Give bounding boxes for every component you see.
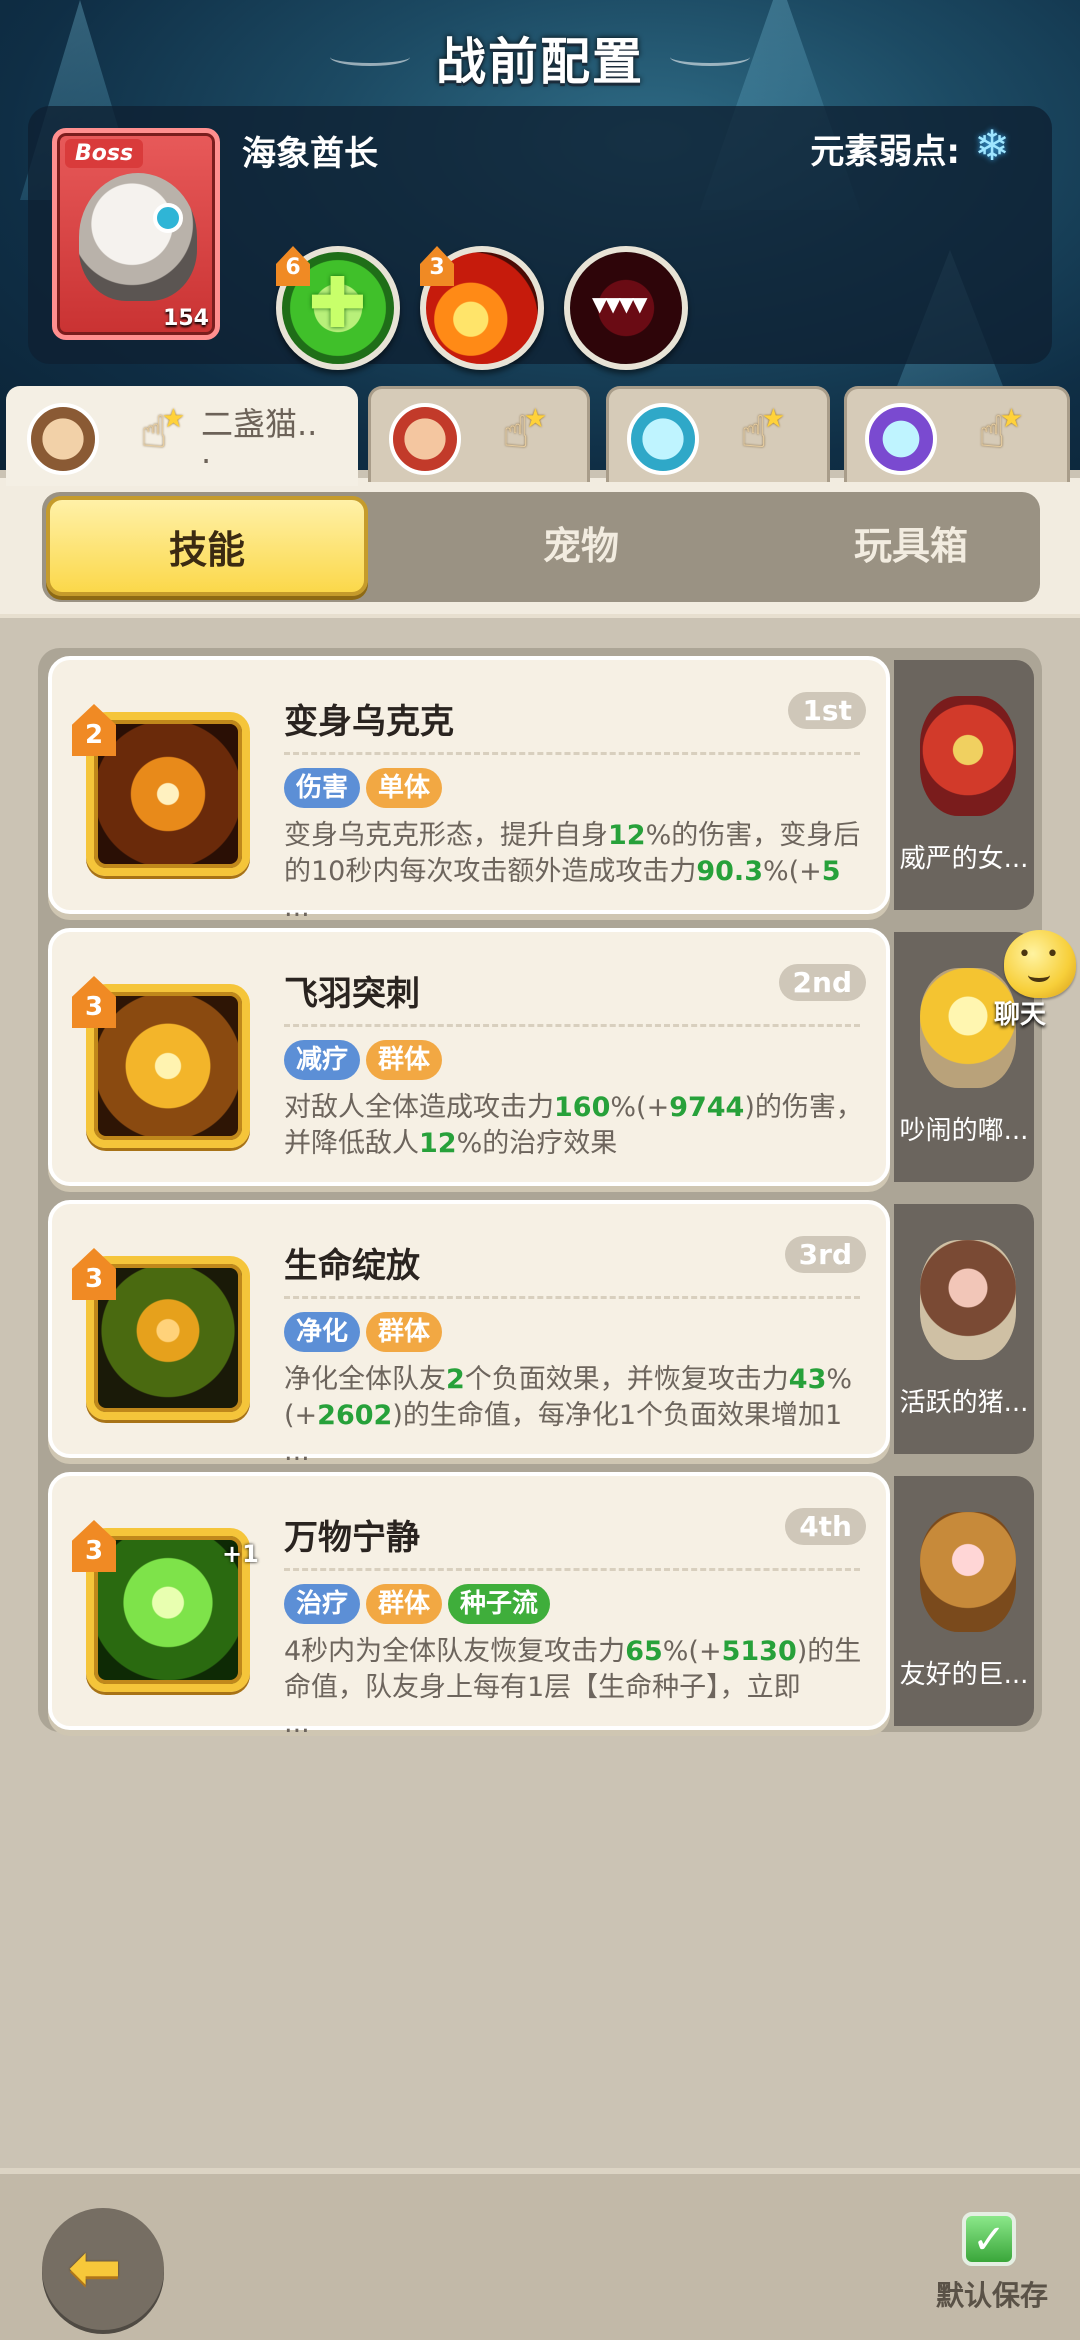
- boss-portrait[interactable]: Boss 154: [52, 128, 220, 340]
- skill-order-badge: 2nd: [778, 964, 866, 1001]
- page-title: 战前配置: [436, 33, 644, 91]
- walrus-chief-image: [79, 173, 197, 301]
- boss-skill-fire-icon[interactable]: 3: [420, 246, 544, 370]
- boss-panel: Boss 154 海象酋长 元素弱点: ❄ 6 3: [28, 106, 1052, 370]
- character-avatar: [389, 403, 461, 475]
- character-name-overflow: .: [201, 433, 212, 471]
- tag: 群体: [366, 1312, 443, 1352]
- character-avatar: [27, 403, 99, 475]
- snowflake-icon[interactable]: ❄: [968, 122, 1016, 170]
- character-name: 二盏猫..: [201, 405, 318, 443]
- pet-name: 活跃的猪...: [899, 1388, 1029, 1418]
- divider: [284, 752, 860, 755]
- skill-order-badge: 4th: [785, 1508, 866, 1545]
- skill-card[interactable]: 2 变身乌克克 1st 伤害 单体 变身乌克克形态，提升自身12%的伤害，变身后的…: [48, 656, 890, 923]
- tag: 净化: [284, 1312, 361, 1352]
- skill-name: 生命绽放: [284, 1246, 420, 1286]
- pet-name: 友好的巨...: [899, 1660, 1029, 1690]
- skill-icon-badge: +1: [222, 1540, 259, 1568]
- skill-description: 4秒内为全体队友恢复攻击力65%(+5130)的生命值，队友身上每有1层【生命种…: [284, 1636, 862, 1739]
- skill-name: 变身乌克克: [284, 702, 454, 742]
- skill-description: 对敌人全体造成攻击力160%(+9744)的伤害，并降低敌人12%的治疗效果: [284, 1092, 863, 1159]
- skill-tags: 减疗 群体: [284, 1040, 448, 1080]
- tag: 群体: [366, 1040, 443, 1080]
- character-tab-3[interactable]: [606, 386, 830, 482]
- back-button[interactable]: ⬅: [42, 2208, 164, 2330]
- tag: 单体: [366, 768, 443, 808]
- tag: 治疗: [284, 1584, 361, 1624]
- assigned-pet[interactable]: 活跃的猪...: [894, 1204, 1034, 1454]
- boss-skill-level: 6: [276, 246, 310, 286]
- boss-name: 海象酋长: [242, 134, 378, 174]
- skill-row[interactable]: 3 飞羽突刺 2nd 减疗 群体 对敌人全体造成攻击力160%(+9744)的伤害…: [48, 928, 1034, 1186]
- chat-label: 聊天: [994, 1000, 1047, 1030]
- divider: [284, 1296, 860, 1299]
- tab-pets[interactable]: 宠物: [420, 496, 742, 596]
- character-tab-4[interactable]: [844, 386, 1070, 482]
- tag: 种子流: [448, 1584, 551, 1624]
- skill-tags: 净化 群体: [284, 1312, 448, 1352]
- pet-name: 吵闹的嘟...: [899, 1116, 1029, 1146]
- skill-description: 净化全体队友2个负面效果，并恢复攻击力43%(+2602)的生命值，每净化1个负…: [284, 1364, 853, 1467]
- back-arrow-icon: ⬅: [68, 2231, 122, 2305]
- pointer-hand-icon: [129, 389, 185, 467]
- tag: 群体: [366, 1584, 443, 1624]
- divider: [284, 1568, 860, 1571]
- chat-button[interactable]: 聊天: [970, 930, 1080, 1030]
- boss-level: 154: [163, 306, 209, 331]
- element-weakness-label: 元素弱点:: [810, 132, 960, 172]
- boss-skill-bite-icon[interactable]: [564, 246, 688, 370]
- pet-name: 威严的女...: [899, 844, 1029, 874]
- skill-order-badge: 1st: [788, 692, 866, 729]
- skill-row[interactable]: 2 变身乌克克 1st 伤害 单体 变身乌克克形态，提升自身12%的伤害，变身后的…: [48, 656, 1034, 923]
- character-avatar: [627, 403, 699, 475]
- pet-image: [920, 1240, 1016, 1360]
- boss-badge: Boss: [65, 139, 144, 168]
- skill-row[interactable]: 3 生命绽放 3rd 净化 群体 净化全体队友2个负面效果，并恢复攻击力43%(+…: [48, 1200, 1034, 1467]
- skill-name: 飞羽突刺: [284, 974, 420, 1014]
- smiley-chat-icon: [1004, 930, 1076, 998]
- character-tab-2[interactable]: [368, 386, 590, 482]
- skill-order-badge: 3rd: [784, 1236, 866, 1273]
- tab-toybox[interactable]: 玩具箱: [750, 496, 1072, 596]
- bottom-bar: ⬅ ✓ 默认保存: [0, 2168, 1080, 2340]
- skill-tags: 伤害 单体: [284, 768, 448, 808]
- tag: 减疗: [284, 1040, 361, 1080]
- boss-eye-decoration: [153, 203, 183, 233]
- skill-name: 万物宁静: [284, 1518, 420, 1558]
- assigned-pet[interactable]: 友好的巨...: [894, 1476, 1034, 1726]
- tag: 伤害: [284, 768, 361, 808]
- pet-image: [920, 696, 1016, 816]
- boss-skill-level: 3: [420, 246, 454, 286]
- skill-row[interactable]: +1 3 万物宁静 4th 治疗 群体 种子流 4秒内为全体队友恢复攻击力65%(+…: [48, 1472, 1034, 1739]
- pointer-hand-icon: [491, 389, 547, 467]
- pointer-hand-icon: [967, 389, 1023, 467]
- skill-card[interactable]: 3 飞羽突刺 2nd 减疗 群体 对敌人全体造成攻击力160%(+9744)的伤害…: [48, 928, 890, 1186]
- character-tab-1[interactable]: 二盏猫.. .: [6, 386, 358, 486]
- skill-tags: 治疗 群体 种子流: [284, 1584, 556, 1624]
- tab-skills[interactable]: 技能: [46, 496, 368, 596]
- divider: [284, 1024, 860, 1027]
- category-tabs: 技能 宠物 玩具箱: [42, 492, 1040, 602]
- default-save-checkbox[interactable]: ✓: [962, 2212, 1016, 2266]
- pet-image: [920, 1512, 1016, 1632]
- skill-card[interactable]: +1 3 万物宁静 4th 治疗 群体 种子流 4秒内为全体队友恢复攻击力65%(+…: [48, 1472, 890, 1739]
- assigned-pet[interactable]: 威严的女...: [894, 660, 1034, 910]
- pointer-hand-icon: [729, 389, 785, 467]
- boss-skill-heal-icon[interactable]: 6: [276, 246, 400, 370]
- character-avatar: [865, 403, 937, 475]
- skill-card[interactable]: 3 生命绽放 3rd 净化 群体 净化全体队友2个负面效果，并恢复攻击力43%(+…: [48, 1200, 890, 1467]
- skill-list: 2 变身乌克克 1st 伤害 单体 变身乌克克形态，提升自身12%的伤害，变身后的…: [38, 648, 1042, 1739]
- skill-description: 变身乌克克形态，提升自身12%的伤害，变身后的10秒内每次攻击额外造成攻击力90…: [284, 820, 861, 923]
- default-save-label[interactable]: 默认保存: [936, 2274, 1048, 2314]
